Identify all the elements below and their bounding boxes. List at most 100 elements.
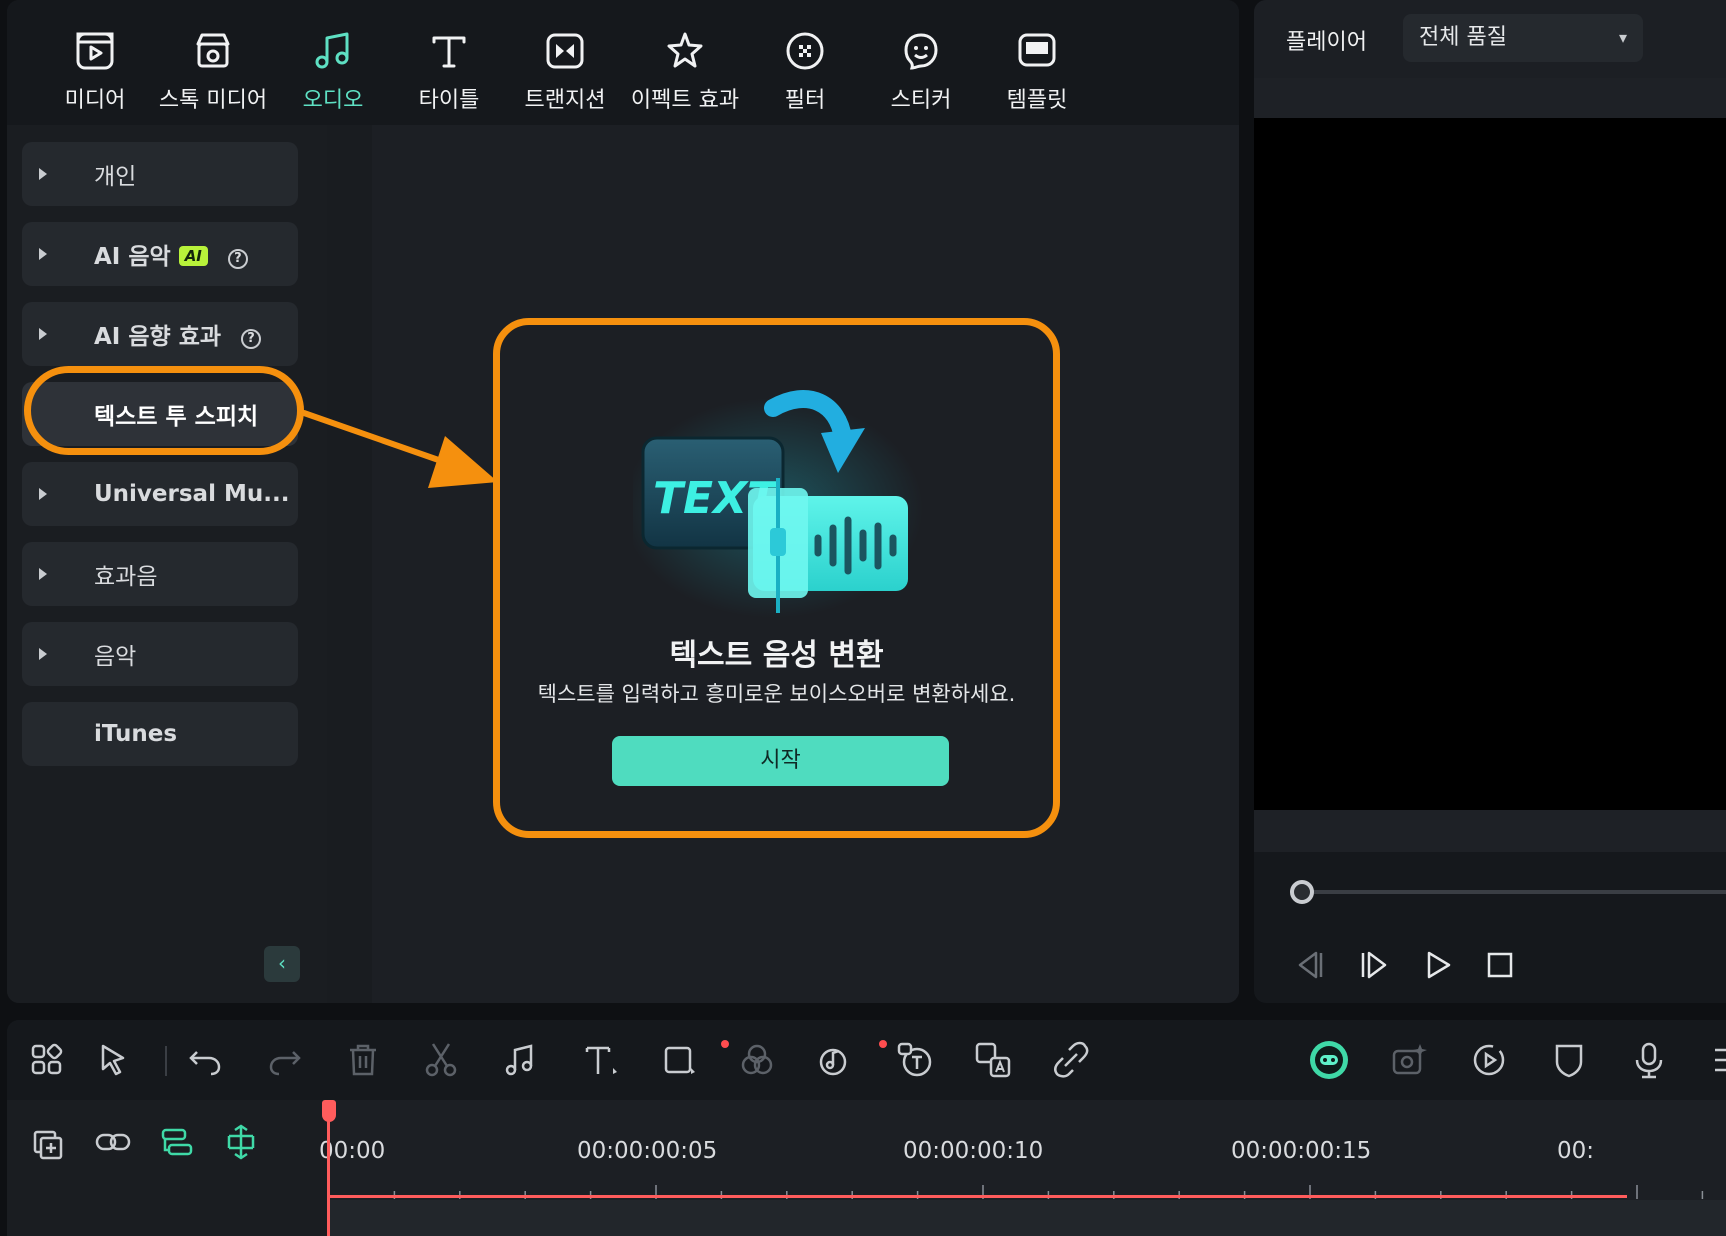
sidebar-item-label: 효과음 xyxy=(94,564,158,590)
shape-crop-icon[interactable] xyxy=(657,1038,701,1082)
stock-media-icon xyxy=(196,33,230,68)
playhead-handle[interactable] xyxy=(322,1100,336,1122)
player-title: 플레이어 xyxy=(1286,30,1367,55)
text-add-icon[interactable] xyxy=(579,1038,623,1082)
media-icon xyxy=(76,32,114,70)
tab-media[interactable]: 미디어 xyxy=(33,28,157,114)
select-pointer-icon[interactable] xyxy=(93,1038,137,1082)
shield-icon[interactable] xyxy=(1547,1038,1591,1082)
add-track-icon[interactable] xyxy=(29,1122,69,1162)
undo-icon[interactable] xyxy=(183,1038,227,1082)
redo-icon[interactable] xyxy=(263,1038,307,1082)
quality-value: 전체 품질 xyxy=(1419,25,1507,50)
more-menu-icon[interactable] xyxy=(1707,1038,1726,1082)
ai-copilot-icon[interactable] xyxy=(1307,1038,1351,1082)
timeline-panel: 00:00 00:00:00:05 00:00:00:10 00:00:00:1… xyxy=(7,1020,1726,1236)
tab-transitions[interactable]: 트랜지션 xyxy=(503,28,627,114)
audio-category-sidebar: 개인 AI 음악 AI? AI 음향 효과? 텍스트 투 스피치 Universa… xyxy=(7,125,327,1003)
title-t-icon xyxy=(432,36,466,68)
sidebar-item-label: AI 음향 효과 xyxy=(94,324,222,350)
card-description: 텍스트를 입력하고 흥미로운 보이스오버로 변환하세요. xyxy=(537,682,1016,706)
help-icon[interactable]: ? xyxy=(227,249,248,269)
tab-label: 이펙트 효과 xyxy=(630,88,740,113)
tab-label: 타이틀 xyxy=(418,88,480,113)
layout-grid-icon[interactable] xyxy=(25,1038,69,1082)
sidebar-item-sound-effects[interactable]: 효과음 xyxy=(22,542,298,606)
help-icon[interactable]: ? xyxy=(241,329,262,349)
color-circles-icon[interactable] xyxy=(735,1038,779,1082)
text-to-speech-illustration: TEXT xyxy=(633,390,923,618)
sidebar-item-label: iTunes xyxy=(94,721,178,747)
sidebar-item-label-group: AI 음악 AI? xyxy=(94,237,248,271)
previous-frame-icon[interactable] xyxy=(1290,945,1330,985)
unlink-icon[interactable] xyxy=(1049,1038,1093,1082)
time-ruler[interactable]: 00:00 00:00:00:05 00:00:00:10 00:00:00:1… xyxy=(319,1100,1726,1200)
expand-triangle-icon[interactable] xyxy=(39,648,47,660)
expand-triangle-icon[interactable] xyxy=(39,488,47,500)
expand-triangle-icon[interactable] xyxy=(39,248,47,260)
sticker-icon xyxy=(904,33,938,70)
preview-screen[interactable] xyxy=(1254,118,1726,810)
tab-filters[interactable]: 필터 xyxy=(743,28,867,114)
sidebar-item-music[interactable]: 음악 xyxy=(22,622,298,686)
tab-label: 필터 xyxy=(784,88,826,113)
tab-label: 스톡 미디어 xyxy=(158,88,268,113)
tab-stock-media[interactable]: 스톡 미디어 xyxy=(151,28,275,114)
transition-icon xyxy=(546,33,584,69)
sidebar-item-ai-sound-effects[interactable]: AI 음향 효과? xyxy=(22,302,298,366)
audio-add-icon[interactable] xyxy=(499,1038,543,1082)
speech-to-text-icon[interactable] xyxy=(893,1038,937,1082)
time-label: 00:00:00:15 xyxy=(1231,1138,1372,1164)
player-panel: 플레이어 전체 품질 ▾ xyxy=(1254,0,1726,1003)
cut-scissors-icon[interactable] xyxy=(419,1038,463,1082)
start-button[interactable]: 시작 xyxy=(612,736,949,786)
stop-icon[interactable] xyxy=(1480,945,1520,985)
camera-ai-icon[interactable] xyxy=(1387,1038,1431,1082)
delete-icon[interactable] xyxy=(341,1038,385,1082)
toolbar-divider xyxy=(165,1046,167,1076)
player-top-bar xyxy=(1254,78,1726,118)
player-header: 플레이어 전체 품질 ▾ xyxy=(1254,0,1726,78)
tab-audio[interactable]: 오디오 xyxy=(271,28,395,114)
render-preview-icon[interactable] xyxy=(1467,1038,1511,1082)
time-label: 00:00:00:05 xyxy=(577,1138,718,1164)
auto-ripple-icon[interactable] xyxy=(157,1122,197,1162)
link-clips-icon[interactable] xyxy=(93,1122,133,1162)
translate-icon[interactable] xyxy=(971,1038,1015,1082)
tab-effects[interactable]: 이펙트 효과 xyxy=(623,28,747,114)
sidebar-item-itunes[interactable]: iTunes xyxy=(22,702,298,766)
expand-triangle-icon[interactable] xyxy=(39,168,47,180)
scrub-track[interactable] xyxy=(1304,890,1726,894)
sidebar-item-ai-music[interactable]: AI 음악 AI? xyxy=(22,222,298,286)
expand-triangle-icon[interactable] xyxy=(39,328,47,340)
timeline-track[interactable] xyxy=(327,1200,1726,1236)
sidebar-item-universal-music[interactable]: Universal Mu... xyxy=(22,462,298,526)
sidebar-item-label: 개인 xyxy=(94,164,137,190)
tab-templates[interactable]: 템플릿 xyxy=(975,28,1099,114)
template-icon xyxy=(1018,33,1056,67)
text-to-speech-card: TEXT 텍스트 음성 변환 텍스트를 입력하고 흥미로운 보이스오버로 변환하… xyxy=(493,318,1060,838)
collapse-sidebar-button[interactable]: ‹ xyxy=(264,946,300,982)
microphone-icon[interactable] xyxy=(1627,1038,1671,1082)
notification-dot xyxy=(721,1040,729,1048)
expand-triangle-icon[interactable] xyxy=(39,568,47,580)
quality-dropdown[interactable]: 전체 품질 ▾ xyxy=(1403,14,1643,62)
top-tab-bar: 미디어 스톡 미디어 오디오 타이틀 트랜지션 이펙트 효과 필터 스티커 템플… xyxy=(7,0,1239,125)
time-label: 00: xyxy=(1557,1138,1595,1164)
card-title: 텍스트 음성 변환 xyxy=(669,638,884,673)
content-divider xyxy=(327,125,372,1003)
tab-label: 트랜지션 xyxy=(524,88,606,113)
play-icon[interactable] xyxy=(1418,945,1458,985)
sidebar-item-label: 음악 xyxy=(94,644,137,670)
notification-dot xyxy=(879,1040,887,1048)
music-note-icon xyxy=(315,32,349,69)
chevron-down-icon: ▾ xyxy=(1618,28,1627,47)
tab-stickers[interactable]: 스티커 xyxy=(859,28,983,114)
sidebar-item-personal[interactable]: 개인 xyxy=(22,142,298,206)
tab-titles[interactable]: 타이틀 xyxy=(387,28,511,114)
magnetic-snap-icon[interactable] xyxy=(221,1122,261,1162)
ai-music-icon[interactable] xyxy=(815,1038,859,1082)
scrub-handle[interactable] xyxy=(1290,880,1314,904)
highlight-outline-sidebar xyxy=(24,366,304,455)
next-frame-icon[interactable] xyxy=(1354,945,1394,985)
